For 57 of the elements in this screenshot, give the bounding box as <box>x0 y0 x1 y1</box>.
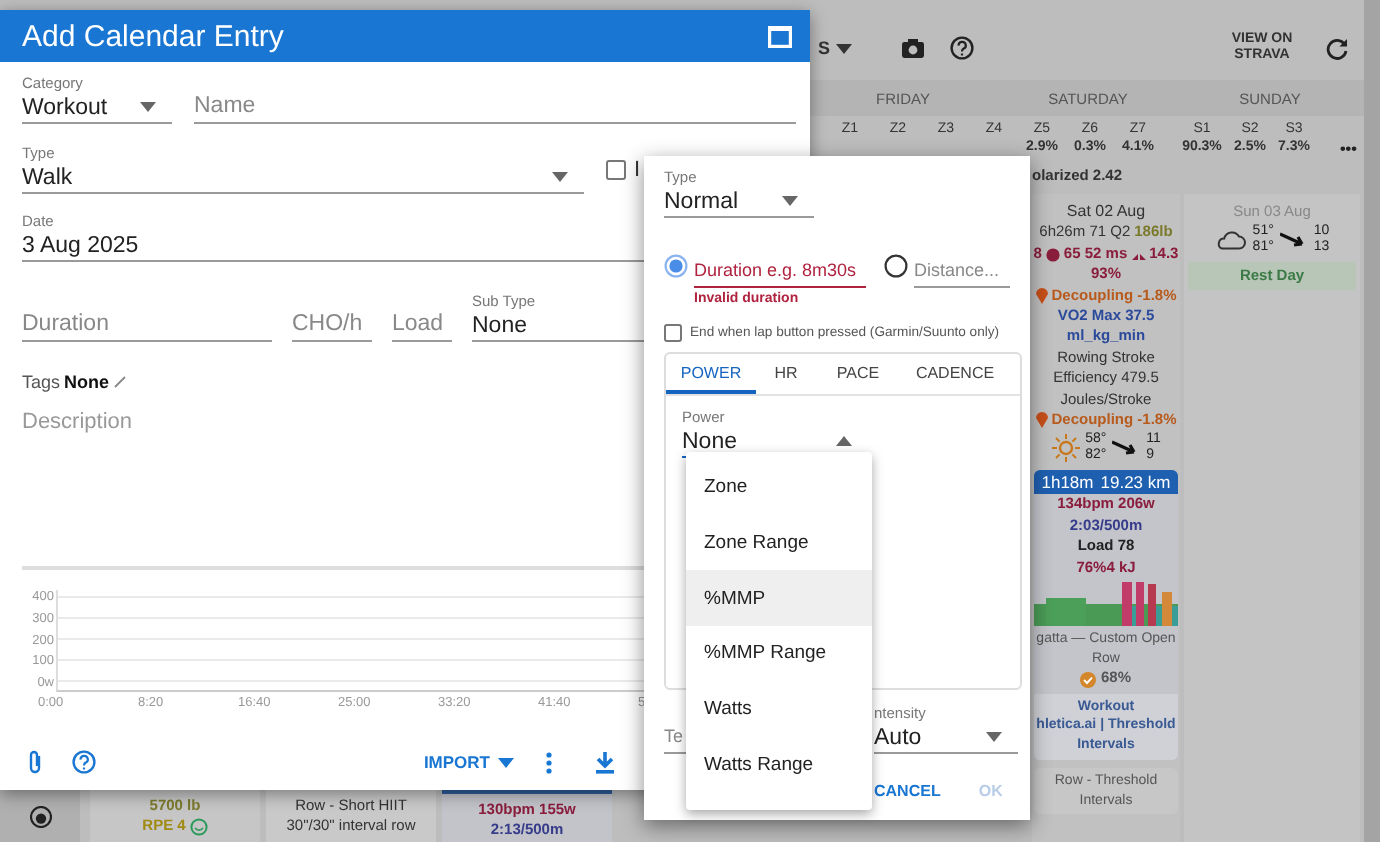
radio-button[interactable] <box>884 254 908 278</box>
checkbox[interactable] <box>664 324 682 342</box>
menu-item[interactable]: Watts <box>686 681 872 737</box>
cloud-icon <box>1214 228 1247 250</box>
download-icon[interactable] <box>596 751 614 773</box>
pin-icon <box>1035 287 1048 304</box>
menu-item[interactable]: %MMP <box>686 570 872 627</box>
import-button[interactable]: IMPORT <box>423 752 514 772</box>
maximize-icon[interactable] <box>768 25 792 47</box>
interval-bars-drawing <box>1034 578 1178 627</box>
caret-icon <box>140 102 156 112</box>
duration-field[interactable]: Duration e.g. 8m30s <box>694 254 866 288</box>
day-date: Sat 02 Aug <box>1066 202 1146 223</box>
menu-item[interactable]: Zone <box>686 460 872 516</box>
caret-icon <box>986 732 1002 742</box>
check-badge-icon <box>1080 671 1097 688</box>
menu-item[interactable]: Zone Range <box>686 515 872 571</box>
caret-icon <box>782 196 798 206</box>
tags-label: Tags <box>22 372 61 392</box>
caret-icon <box>552 172 568 182</box>
menu-item[interactable]: %MMP Range <box>686 626 872 682</box>
pin-icon <box>1035 412 1048 429</box>
distance-field[interactable]: Distance... <box>914 254 1010 288</box>
more-icon[interactable]: ••• <box>1340 140 1357 158</box>
avatar-icon <box>29 805 51 827</box>
smiley-icon <box>189 817 208 835</box>
caret-icon <box>498 757 514 767</box>
camera-icon[interactable] <box>902 38 925 58</box>
edit-icon[interactable] <box>113 376 126 388</box>
sun-icon <box>1051 433 1080 462</box>
tab[interactable]: HR <box>756 354 816 394</box>
menu-item[interactable]: Watts Range <box>686 736 872 793</box>
radio-button[interactable] <box>664 254 688 278</box>
actions-menu-button[interactable]: S <box>818 38 861 58</box>
caret-icon <box>836 436 852 446</box>
activity-distance: 19.23 km <box>1100 470 1171 495</box>
dialog-title: Add Calendar Entry <box>22 19 284 53</box>
checkbox[interactable] <box>606 159 626 179</box>
duration-field[interactable]: Duration <box>22 308 272 342</box>
wind-arrow-icon <box>1279 231 1308 247</box>
refresh-icon[interactable] <box>1326 37 1348 59</box>
name-field[interactable]: Name <box>194 90 796 124</box>
dialog-button[interactable]: CANCEL <box>874 782 941 800</box>
checkbox-label: I <box>634 157 641 181</box>
caret-icon <box>836 43 853 53</box>
help-icon[interactable] <box>72 750 96 774</box>
wind-arrow-icon <box>1112 439 1141 456</box>
tags-value: None <box>64 372 110 392</box>
help-icon[interactable] <box>950 36 975 60</box>
tab[interactable]: CADENCE <box>900 354 1010 394</box>
tab[interactable]: PACE <box>816 354 900 394</box>
tab[interactable]: POWER <box>666 354 756 394</box>
activity-duration: 1h18m <box>1041 470 1094 495</box>
more-options-icon[interactable] <box>546 751 552 773</box>
paperclip-icon[interactable] <box>28 750 42 774</box>
carbs-field[interactable]: CHO/h <box>292 308 372 342</box>
load-field[interactable]: Load <box>392 308 452 342</box>
